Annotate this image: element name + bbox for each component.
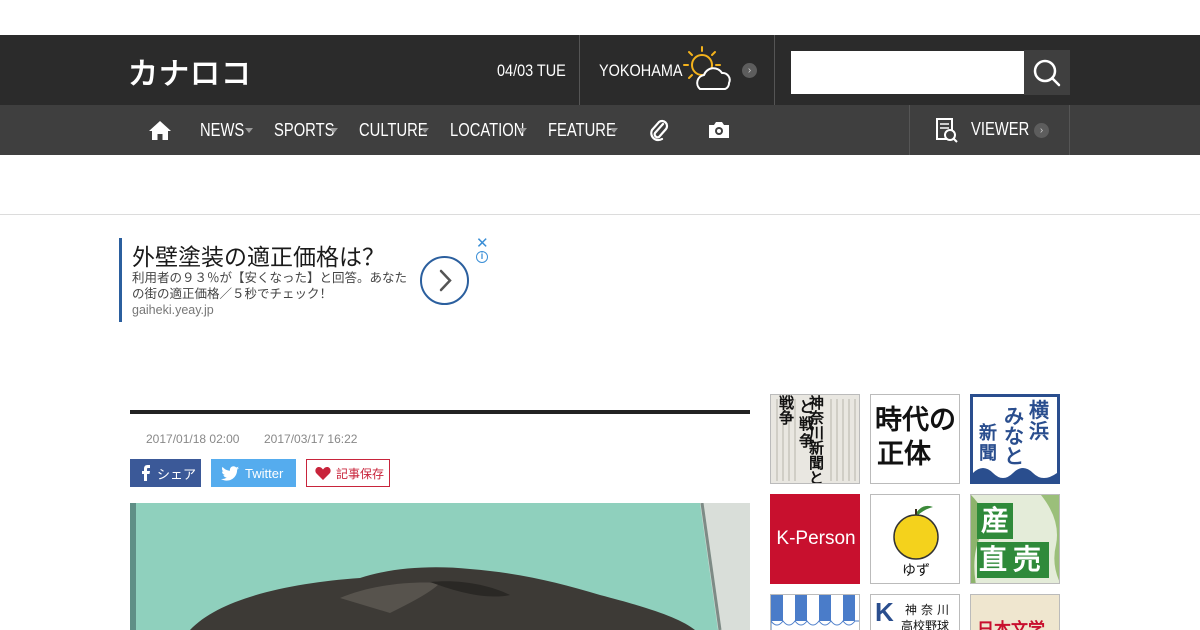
weather-more-icon[interactable]: › xyxy=(742,63,757,78)
tile-title: 神奈川新聞と戦争 xyxy=(777,395,825,484)
ad-banner[interactable]: 外壁塗装の適正価格は？ 利用者の９３％が【安くなった】と回答。あなたの街の適正価… xyxy=(119,235,489,322)
published-date: 2017/01/18 02:00 xyxy=(146,432,240,446)
search-button[interactable] xyxy=(1024,50,1070,95)
nav-news-label: NEWS xyxy=(200,119,245,140)
twitter-share-label: Twitter xyxy=(245,465,284,481)
chevron-right-icon xyxy=(439,269,452,292)
section-divider xyxy=(0,214,1200,215)
nav-culture-label: CULTURE xyxy=(359,119,428,140)
newspaper-viewer-icon xyxy=(936,118,958,143)
tile-jidai-no-shotai[interactable]: 時代の 正体 xyxy=(870,394,960,484)
main-nav: NEWS SPORTS CULTURE LOCATION FEATURE VIE… xyxy=(0,105,1200,155)
ad-domain[interactable]: gaiheki.yeay.jp xyxy=(132,303,214,317)
nav-location[interactable]: LOCATION xyxy=(450,105,541,155)
header-divider xyxy=(579,35,580,105)
tile-title-line1-wrap: 産地 xyxy=(977,503,1013,572)
facebook-share-label: シェア xyxy=(157,466,197,482)
updated-date: 2017/03/17 16:22 xyxy=(264,432,358,446)
awning-icon xyxy=(771,595,859,630)
tile-kanagawa-shinbun-senso[interactable]: と戦争 神奈川新聞と戦争 xyxy=(770,394,860,484)
tile-yuzu[interactable]: ゆず xyxy=(870,494,960,584)
tile-hama-minato-shinbun[interactable]: 横浜 みなと 新聞 xyxy=(970,394,1060,484)
tile-title-line1: 神奈川 xyxy=(905,603,954,617)
close-icon[interactable]: ✕ xyxy=(476,234,489,252)
twitter-share-button[interactable]: Twitter xyxy=(211,459,296,487)
save-article-button[interactable]: 記事保存 xyxy=(306,459,390,487)
camera-icon xyxy=(709,122,729,138)
tile-title-line3: 新聞 xyxy=(979,423,997,463)
tile-title-line1: 産地 xyxy=(977,503,1013,572)
viewer-button[interactable]: VIEWER › xyxy=(909,105,1070,155)
home-icon xyxy=(149,121,171,140)
sun-cloud-icon[interactable] xyxy=(676,43,736,95)
chevron-down-icon xyxy=(330,128,338,133)
nav-feature-label: FEATURE xyxy=(548,119,616,140)
tile-title-line1: 時代の xyxy=(875,405,956,436)
k-logo: K xyxy=(875,597,894,627)
tile-nihon-bungaku[interactable]: 日本文学 xyxy=(970,594,1060,630)
header-date: 04/03 TUE xyxy=(497,61,566,80)
paperclip-icon xyxy=(650,119,669,142)
twitter-icon xyxy=(221,465,239,481)
nav-clip[interactable] xyxy=(648,105,670,155)
facebook-icon xyxy=(142,465,150,481)
nav-culture[interactable]: CULTURE xyxy=(359,105,443,155)
tile-awning[interactable] xyxy=(770,594,860,630)
article-photo xyxy=(130,503,750,630)
info-icon[interactable]: i xyxy=(476,251,488,263)
search-icon xyxy=(1033,59,1061,87)
chevron-down-icon xyxy=(610,128,618,133)
tile-title: K-Person xyxy=(776,528,856,549)
tile-title: 日本文学 xyxy=(977,620,1045,630)
search-input[interactable] xyxy=(791,51,1024,94)
ad-title[interactable]: 外壁塗装の適正価格は？ xyxy=(132,238,385,272)
tile-title: ゆず xyxy=(902,562,930,578)
wave-icon xyxy=(973,468,1057,481)
tile-title-line1: 横浜 xyxy=(1029,400,1049,443)
tile-koko-yakyu[interactable]: K 神奈川 高校野球 xyxy=(870,594,960,630)
chevron-down-icon xyxy=(519,128,527,133)
weather-city[interactable]: YOKOHAMA xyxy=(599,61,683,81)
chevron-down-icon xyxy=(245,128,253,133)
nav-photo[interactable] xyxy=(707,105,731,155)
tile-sanchi-chokubai[interactable]: 産地 直売 xyxy=(970,494,1060,584)
tile-title-line2-wrap: 直売 xyxy=(977,542,1049,578)
facebook-share-button[interactable]: シェア xyxy=(130,459,201,487)
top-header: カナロコ 04/03 TUE YOKOHAMA › xyxy=(0,35,1200,105)
header-divider xyxy=(774,35,775,105)
tile-title-line2: 高校野球 xyxy=(901,619,950,630)
chevron-down-icon xyxy=(421,128,429,133)
viewer-more-icon: › xyxy=(1034,123,1049,138)
ad-arrow-button[interactable] xyxy=(420,256,469,305)
viewer-label: VIEWER xyxy=(971,119,1030,139)
tile-title-line2: 直売 xyxy=(977,542,1049,578)
tile-k-person[interactable]: K-Person xyxy=(770,494,860,584)
ad-body[interactable]: 利用者の９３％が【安くなった】と回答。あなたの街の適正価格／５秒でチェック！ xyxy=(132,270,412,302)
nav-home[interactable] xyxy=(148,105,172,155)
tile-title-line2: みなと xyxy=(1004,406,1024,468)
site-logo[interactable]: カナロコ xyxy=(128,49,252,93)
save-article-label: 記事保存 xyxy=(336,466,385,481)
nav-location-label: LOCATION xyxy=(450,119,525,140)
heart-icon xyxy=(315,466,331,480)
article-top-rule xyxy=(130,410,750,414)
tile-title-line2: 正体 xyxy=(877,439,931,470)
nav-feature[interactable]: FEATURE xyxy=(548,105,631,155)
nav-sports-label: SPORTS xyxy=(274,119,335,140)
article-photo-image xyxy=(130,503,750,630)
